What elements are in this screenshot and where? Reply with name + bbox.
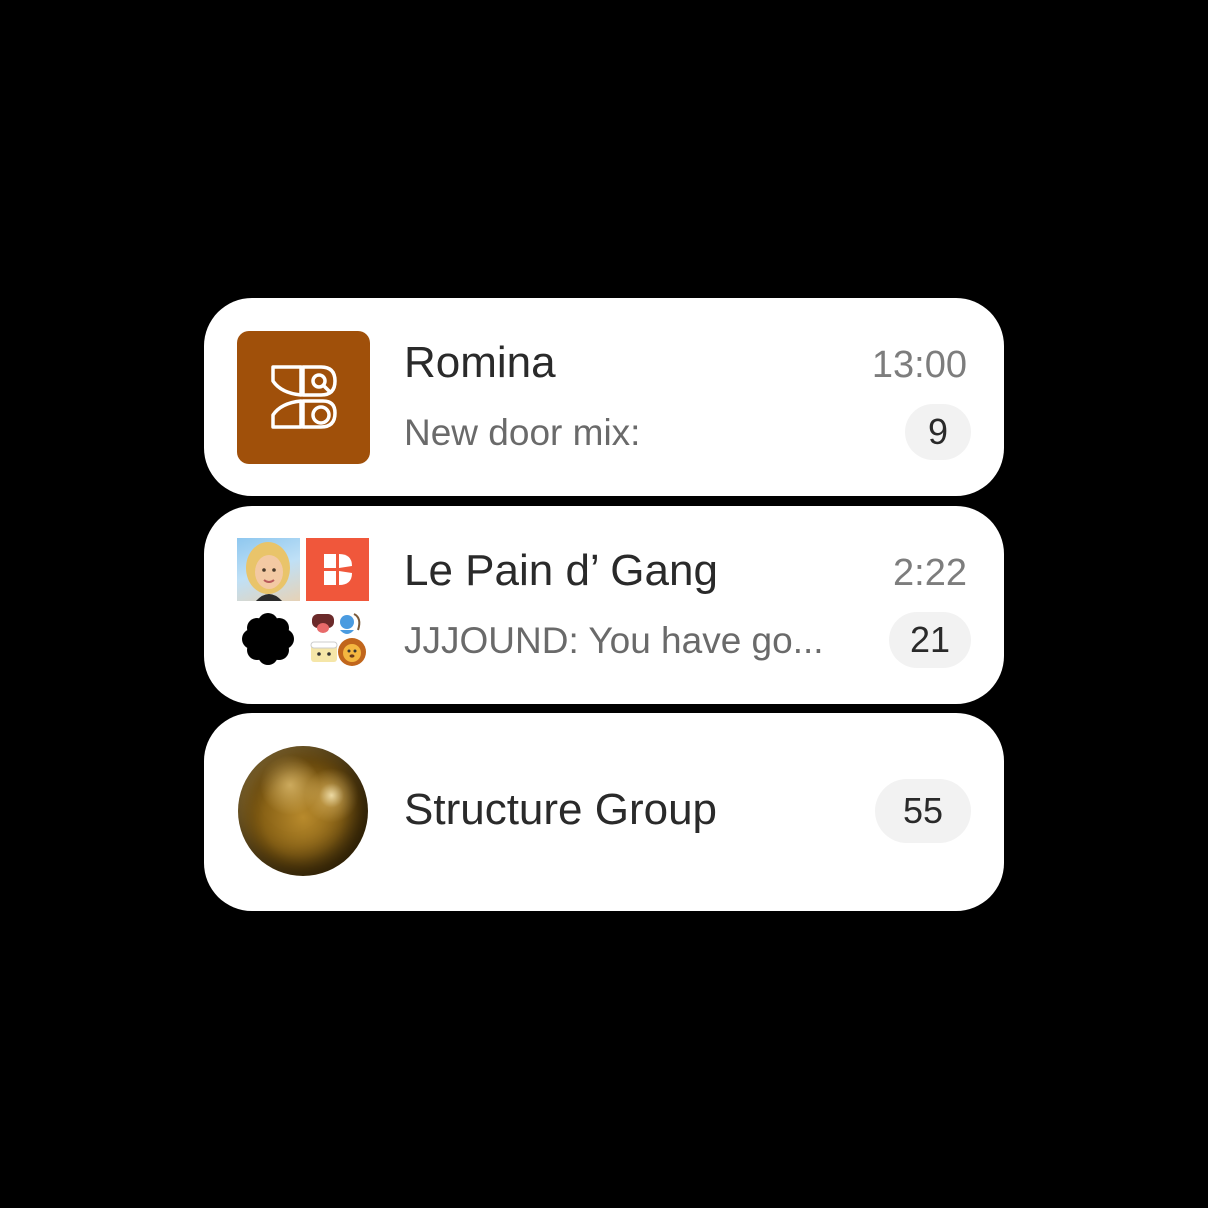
flower-shape-icon	[237, 608, 300, 671]
chat-item-le-pain-d-gang[interactable]: Le Pain d’ Gang 2:22 JJJOUND: You have g…	[204, 506, 1004, 704]
unread-badge: 21	[889, 612, 971, 668]
unread-badge: 55	[875, 779, 971, 843]
chat-title: Romina	[404, 338, 556, 387]
emoji-cluster-icon	[306, 608, 369, 671]
chat-time: 2:22	[893, 552, 967, 594]
chat-item-structure-group[interactable]: Structure Group 55	[204, 713, 1004, 911]
unread-badge: 9	[905, 404, 971, 460]
chat-preview: JJJOUND: You have go...	[404, 620, 824, 661]
chat-item-romina[interactable]: Romina 13:00 New door mix: 9	[204, 298, 1004, 496]
chat-title: Structure Group	[404, 785, 718, 834]
chat-time: 13:00	[871, 344, 967, 386]
portrait-photo-icon	[237, 538, 300, 601]
chat-preview: New door mix:	[404, 412, 641, 453]
group-collage-icon	[237, 538, 370, 671]
orange-k-logo-icon	[306, 538, 369, 601]
romina-logo-icon	[237, 331, 370, 464]
gold-sphere-icon	[238, 746, 368, 876]
chat-title: Le Pain d’ Gang	[404, 546, 718, 595]
